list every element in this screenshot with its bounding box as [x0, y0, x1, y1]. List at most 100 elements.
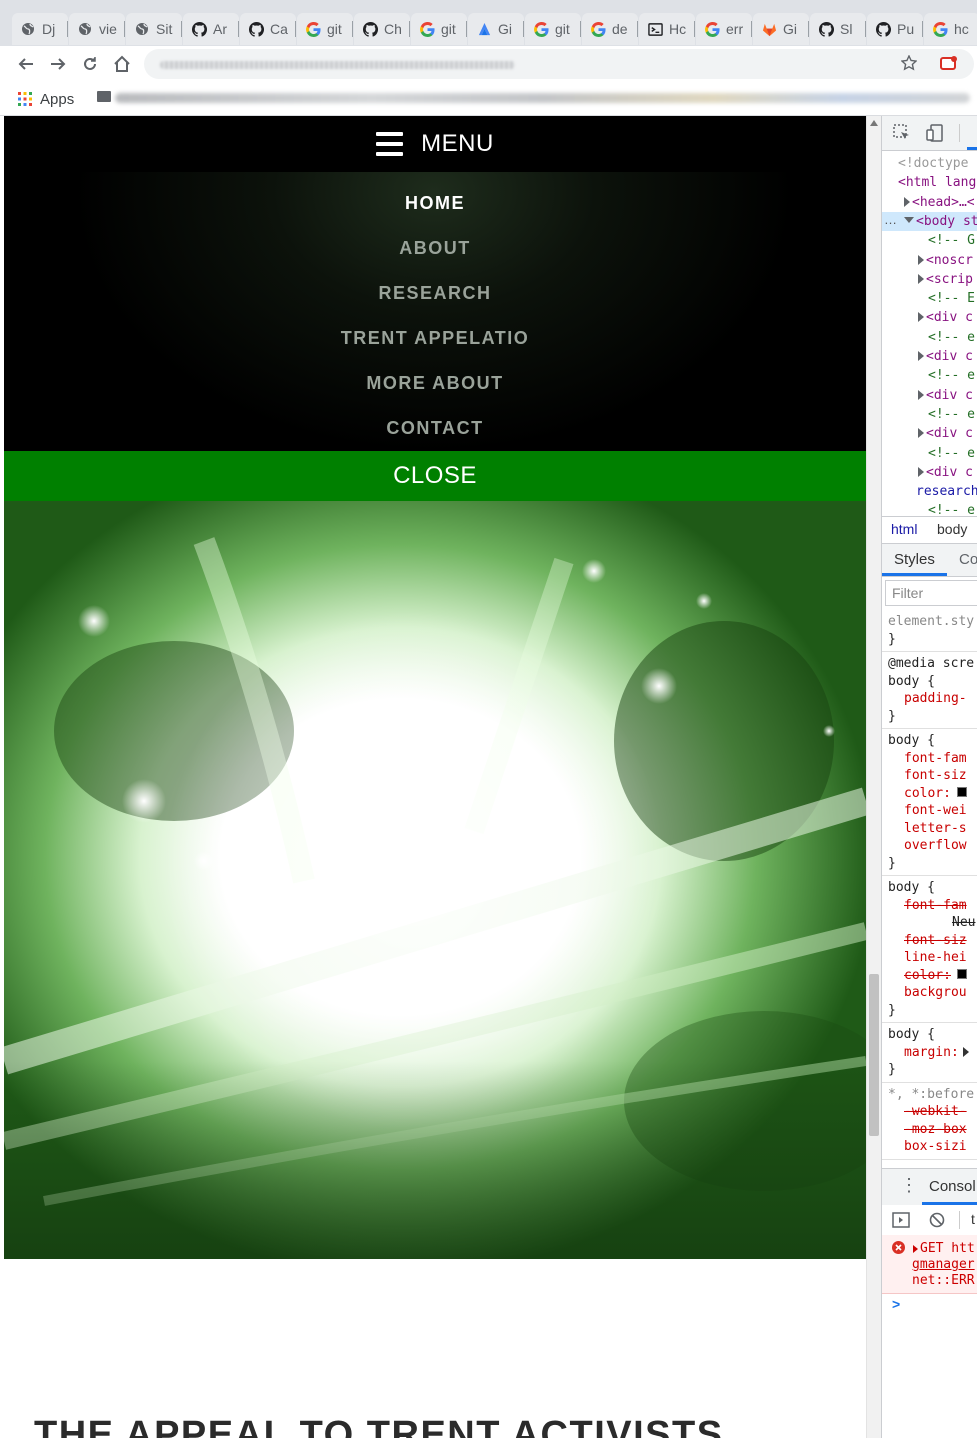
css-property[interactable]: line-hei — [888, 949, 972, 967]
nav-item-contact[interactable]: CONTACT — [4, 418, 866, 439]
dom-node[interactable]: <!-- e — [882, 328, 977, 347]
styles-filter-input[interactable]: Filter — [885, 580, 977, 606]
inspect-element-button[interactable] — [892, 123, 912, 143]
browser-tab[interactable]: git — [411, 13, 467, 45]
tab-styles[interactable]: Styles — [894, 551, 935, 568]
nav-item-more-about[interactable]: MORE ABOUT — [4, 373, 866, 394]
dom-node[interactable]: <div c — [882, 386, 977, 405]
css-rule[interactable]: *, *:before -webkit- -moz-box box-sizi — [882, 1083, 977, 1160]
browser-tab[interactable]: Hc — [639, 13, 695, 45]
expand-node-icon[interactable] — [918, 254, 924, 265]
expand-error-icon[interactable] — [913, 1245, 918, 1253]
browser-tab[interactable]: Dj — [12, 13, 68, 45]
dom-node[interactable]: research — [882, 482, 977, 501]
browser-tab[interactable]: err — [696, 13, 752, 45]
browser-tab[interactable]: Sl — [810, 13, 866, 45]
expand-node-icon[interactable] — [918, 312, 924, 323]
browser-tab[interactable]: Gi — [753, 13, 809, 45]
dom-node[interactable]: <scrip — [882, 270, 977, 289]
dom-node[interactable]: <!-- e — [882, 444, 977, 463]
console-prompt[interactable]: > — [892, 1296, 900, 1312]
collapse-node-icon[interactable] — [904, 216, 914, 223]
breadcrumb-body[interactable]: body — [937, 521, 967, 537]
expand-node-icon[interactable] — [918, 273, 924, 284]
css-rule[interactable]: body {margin:} — [882, 1023, 977, 1083]
css-rule[interactable]: body {font-fam Neu font-siz line-hei color: b… — [882, 876, 977, 1023]
css-property[interactable]: margin: — [888, 1044, 972, 1062]
close-menu-button[interactable]: CLOSE — [4, 451, 866, 501]
css-property[interactable]: color: — [888, 967, 972, 985]
console-error-message[interactable]: GET htt gmanager net::ERR — [882, 1235, 977, 1294]
browser-tab[interactable]: Ar — [183, 13, 239, 45]
home-button[interactable] — [110, 52, 134, 76]
color-swatch-icon[interactable] — [956, 968, 967, 979]
browser-tab[interactable]: git — [525, 13, 581, 45]
css-rule[interactable]: body {font-fam font-siz color: font-wei lett… — [882, 729, 977, 876]
reload-button[interactable] — [78, 52, 102, 76]
css-property[interactable]: -moz-box — [888, 1121, 972, 1139]
console-context-selector[interactable]: t — [971, 1211, 975, 1227]
forward-button[interactable] — [46, 52, 70, 76]
browser-tab[interactable]: hc — [924, 13, 977, 45]
css-property[interactable]: font-wei — [888, 802, 972, 820]
css-property[interactable]: font-fam — [888, 897, 972, 915]
scroll-up-icon[interactable] — [870, 120, 878, 126]
css-property[interactable]: color: — [888, 785, 972, 803]
nav-item-trent-appelatio[interactable]: TRENT APPELATIO — [4, 328, 866, 349]
css-property[interactable]: padding- — [888, 690, 972, 708]
dom-node[interactable]: <!doctype — [882, 154, 977, 173]
dom-node[interactable]: <html lang — [882, 173, 977, 192]
apps-shortcut[interactable]: Apps — [18, 88, 74, 110]
expand-node-icon[interactable] — [918, 351, 924, 361]
expand-node-icon[interactable] — [918, 428, 924, 439]
browser-tab[interactable]: vie — [69, 13, 125, 45]
css-property[interactable]: -webkit- — [888, 1103, 972, 1121]
css-property[interactable]: Neu — [888, 914, 975, 932]
bookmark-star-button[interactable] — [898, 52, 920, 74]
back-button[interactable] — [14, 52, 38, 76]
css-rule[interactable]: @media scre body {padding-} — [882, 652, 977, 729]
css-property[interactable]: font-siz — [888, 767, 972, 785]
dom-node[interactable]: <div c — [882, 463, 977, 482]
scrollbar-thumb[interactable] — [869, 974, 879, 1136]
browser-tab[interactable]: de — [582, 13, 638, 45]
more-options-icon[interactable]: ⋮ — [900, 1176, 918, 1194]
tab-computed[interactable]: Co — [959, 551, 977, 568]
extension-button[interactable] — [940, 55, 958, 71]
node-actions-ellipsis[interactable]: … — [884, 212, 897, 227]
sidebar-toggle-icon[interactable] — [892, 1212, 910, 1228]
folder-icon[interactable] — [97, 91, 111, 102]
color-swatch-icon[interactable] — [956, 786, 967, 797]
expand-node-icon[interactable] — [904, 196, 910, 207]
nav-item-about[interactable]: ABOUT — [4, 238, 866, 259]
expand-node-icon[interactable] — [918, 389, 924, 400]
error-line-2[interactable]: gmanager — [912, 1257, 975, 1273]
browser-tab[interactable]: Pu — [867, 13, 923, 45]
clear-console-icon[interactable] — [929, 1212, 945, 1228]
browser-tab[interactable]: Ch — [354, 13, 410, 45]
dom-node[interactable]: <div c — [882, 424, 977, 443]
css-property[interactable]: overflow — [888, 837, 972, 855]
browser-tab[interactable]: Gi — [468, 13, 524, 45]
dom-node[interactable]: <!-- e — [882, 366, 977, 385]
css-property[interactable]: font-fam — [888, 750, 972, 768]
menu-toggle[interactable]: MENU — [4, 116, 866, 172]
breadcrumb-html[interactable]: html — [891, 521, 917, 537]
dom-node[interactable]: <head>…< — [882, 193, 977, 212]
browser-tab[interactable]: Ca — [240, 13, 296, 45]
page-scrollbar[interactable] — [866, 116, 881, 1438]
device-toolbar-button[interactable] — [925, 123, 945, 143]
css-property[interactable]: font-siz — [888, 932, 972, 950]
nav-item-research[interactable]: RESEARCH — [4, 283, 866, 304]
css-property[interactable]: box-sizi — [888, 1138, 972, 1156]
address-bar[interactable] — [144, 49, 974, 79]
tab-console[interactable]: Consol — [929, 1178, 976, 1195]
dom-node[interactable]: <!-- G — [882, 231, 977, 250]
browser-tab[interactable]: git — [297, 13, 353, 45]
dom-node[interactable]: <!-- E — [882, 289, 977, 308]
expand-node-icon[interactable] — [918, 466, 924, 477]
dom-node[interactable]: <noscr — [882, 251, 977, 270]
dom-node[interactable]: <div c — [882, 308, 977, 327]
css-rule[interactable]: element.sty} — [882, 610, 977, 652]
css-property[interactable]: backgrou — [888, 984, 972, 1002]
